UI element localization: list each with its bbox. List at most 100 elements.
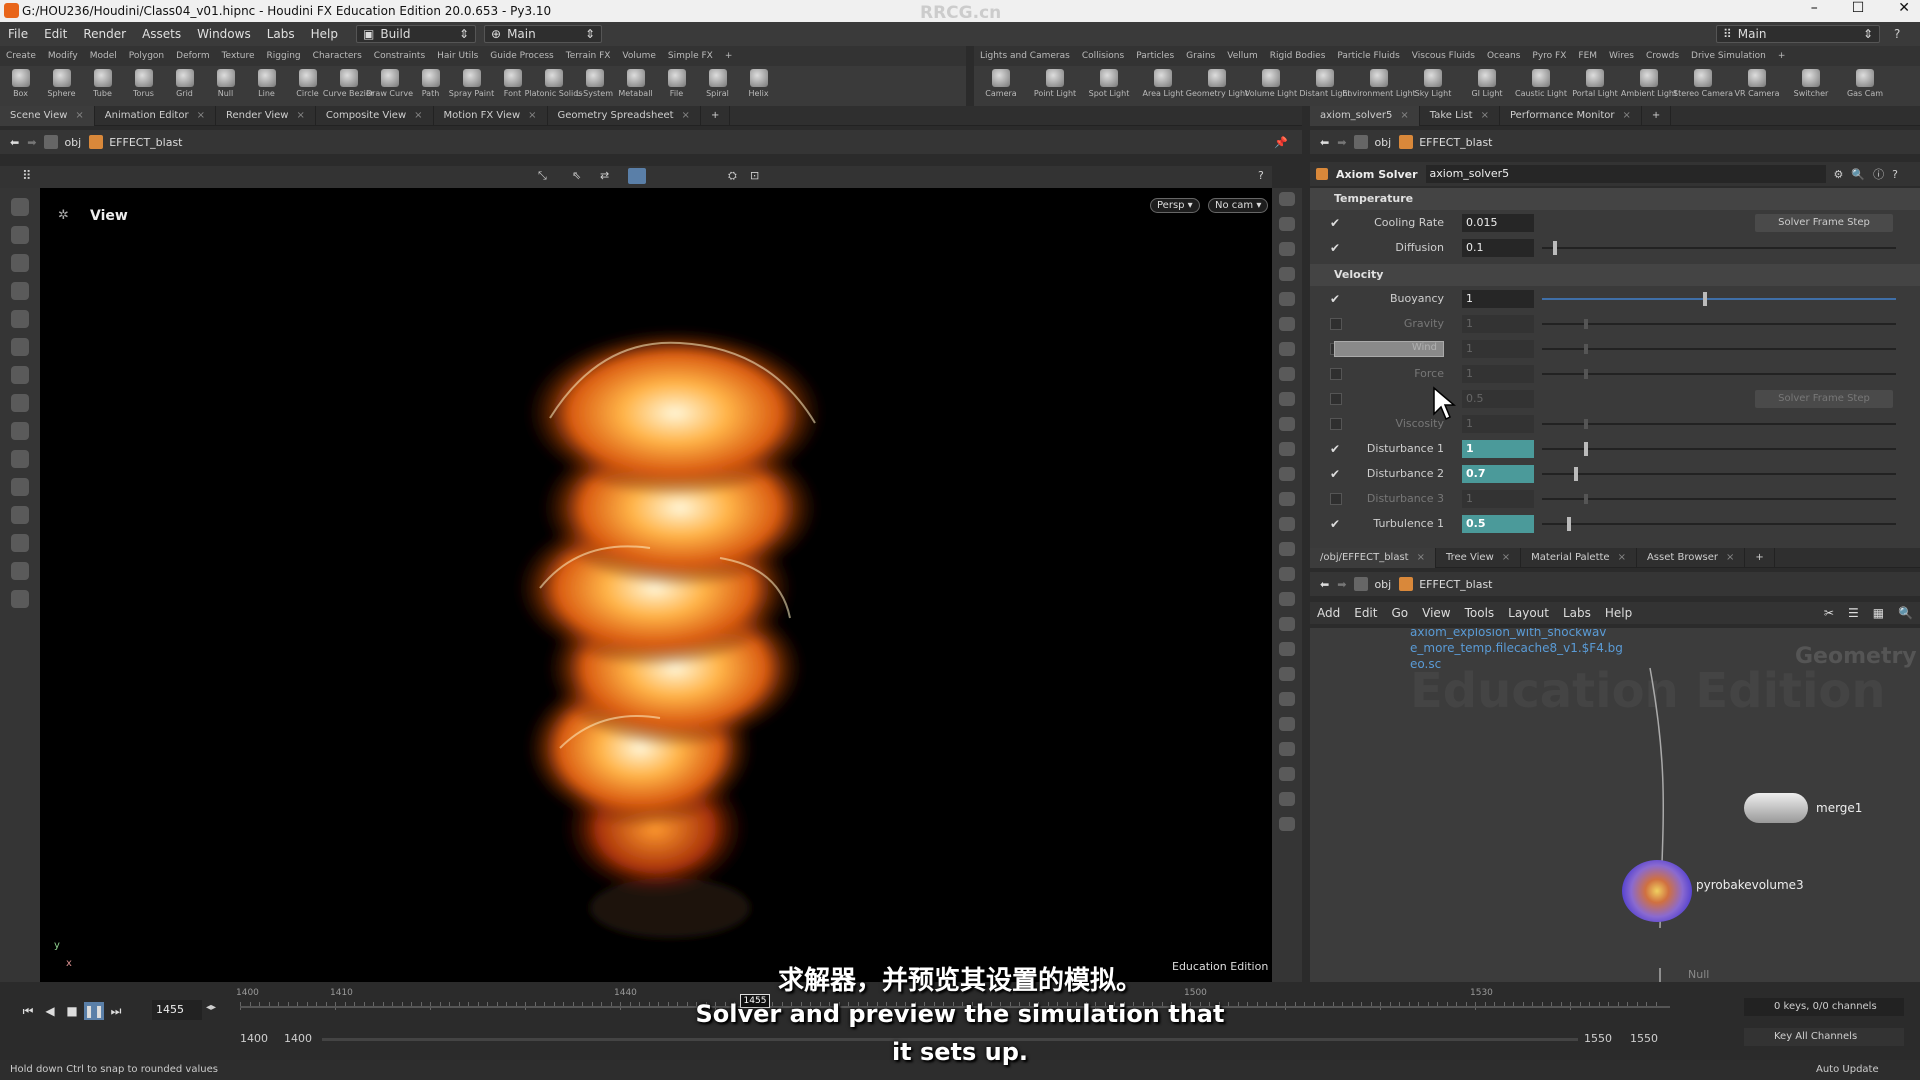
merge1-node[interactable] (1744, 793, 1808, 823)
wind-label-highlight[interactable]: Wind (1334, 340, 1444, 357)
frame-display-icon[interactable] (1279, 767, 1295, 781)
shelf-tab-oceans[interactable]: Oceans (1481, 51, 1526, 61)
vertex-display-icon[interactable] (1279, 442, 1295, 456)
disturbance-2-field[interactable]: 0.7 (1462, 464, 1534, 483)
menu-file[interactable]: File (0, 27, 36, 41)
scale-tool-icon[interactable] (11, 478, 29, 496)
tool-null[interactable]: Null (205, 66, 246, 106)
tool-area-light[interactable]: Area Light (1136, 66, 1190, 106)
tool-switcher[interactable]: Switcher (1784, 66, 1838, 106)
help-icon[interactable]: ? (1258, 169, 1264, 182)
buoyancy-slider[interactable] (1542, 292, 1896, 306)
gear-icon[interactable]: ⚙ (1834, 168, 1844, 181)
shade-display-icon[interactable] (1279, 517, 1295, 531)
tool-point-light[interactable]: Point Light (1028, 66, 1082, 106)
point-display-icon[interactable] (1279, 367, 1295, 381)
slider-handle[interactable] (1703, 292, 1707, 306)
scene-viewport[interactable]: ✲ View Persp ▾ No cam ▾ y x Education Ed… (40, 188, 1272, 982)
network-menu-tools[interactable]: Tools (1458, 606, 1502, 620)
slider-handle[interactable] (1584, 369, 1588, 379)
eye-display-icon[interactable] (1279, 192, 1295, 206)
tool-ambient-light[interactable]: Ambient Light (1621, 66, 1677, 106)
tool-stereo-camera[interactable]: Stereo Camera (1673, 66, 1733, 106)
tab-render-view[interactable]: Render View × (216, 105, 316, 126)
close-button[interactable]: ✕ (1898, 0, 1910, 16)
slider-handle[interactable] (1584, 442, 1588, 456)
disturbance-3-slider[interactable] (1542, 494, 1896, 504)
viscosity-field[interactable]: 1 (1462, 414, 1534, 433)
rotate-tool-icon[interactable] (11, 450, 29, 468)
tool-tube[interactable]: Tube (82, 66, 123, 106)
menu-assets[interactable]: Assets (134, 27, 189, 41)
tool-distant-light[interactable]: Distant Light (1298, 66, 1352, 106)
shelf-tab-simple-fx[interactable]: Simple FX (662, 51, 719, 61)
checkmark-icon[interactable]: ✔ (1330, 242, 1342, 254)
disturbance-1-field[interactable]: 1 (1462, 439, 1534, 458)
tab-performance-monitor[interactable]: Performance Monitor × (1500, 105, 1642, 126)
shelf-tab-modify[interactable]: Modify (42, 51, 84, 61)
light-tool-icon[interactable] (11, 562, 29, 580)
wrench-icon[interactable]: ✂ (1817, 606, 1841, 620)
uv-display-icon[interactable] (1279, 492, 1295, 506)
menu-windows[interactable]: Windows (189, 27, 259, 41)
menu-edit[interactable]: Edit (36, 27, 75, 41)
tab-network-path[interactable]: /obj/EFFECT_blast × (1310, 547, 1436, 568)
shelf-tab-characters[interactable]: Characters (307, 51, 368, 61)
slider-handle[interactable] (1584, 494, 1588, 504)
lock-display-icon[interactable] (1279, 242, 1295, 256)
slider-handle[interactable] (1584, 319, 1588, 329)
bg-display-icon[interactable] (1279, 642, 1295, 656)
tab-take-list[interactable]: Take List × (1420, 105, 1500, 126)
pose-tool-icon[interactable] (11, 198, 29, 216)
home-display-icon[interactable] (1279, 742, 1295, 756)
ghost-display-icon[interactable] (1279, 567, 1295, 581)
checkbox[interactable] (1330, 417, 1342, 430)
checkbox[interactable] (1330, 367, 1342, 380)
wire-display-icon[interactable] (1279, 542, 1295, 556)
lock-tool-icon[interactable] (11, 310, 29, 328)
shelf-tab-fem[interactable]: FEM (1572, 51, 1603, 61)
force-slider[interactable] (1542, 369, 1896, 379)
network-menu-help[interactable]: Help (1598, 606, 1639, 620)
tab-tree-view[interactable]: Tree View × (1436, 547, 1522, 568)
right-desktop-select[interactable]: ⠿ Main ⇕ (1716, 25, 1880, 43)
pin-icon[interactable]: 📌 (1274, 136, 1288, 149)
tool-geometry-light[interactable]: Geometry Light (1186, 66, 1248, 106)
tool-camera[interactable]: Camera (974, 66, 1028, 106)
shelf-tab-rigging[interactable]: Rigging (261, 51, 307, 61)
ref-display-icon[interactable] (1279, 617, 1295, 631)
shelf-tab-collisions[interactable]: Collisions (1076, 51, 1130, 61)
network-menu-view[interactable]: View (1415, 606, 1457, 620)
menu-help[interactable]: Help (303, 27, 346, 41)
back-arrow-icon[interactable]: ⬅ (10, 136, 19, 149)
shelf-tab-hair-utils[interactable]: Hair Utils (431, 51, 484, 61)
back-arrow-icon[interactable]: ⬅ (1320, 136, 1329, 149)
network-menu-add[interactable]: Add (1310, 606, 1347, 620)
tab-scene-view[interactable]: Scene View × (0, 105, 95, 126)
select-icon[interactable]: ⇖ (572, 169, 581, 182)
forward-arrow-icon[interactable]: ➡ (1337, 578, 1346, 591)
snap-display-icon[interactable] (1279, 267, 1295, 281)
checkmark-icon[interactable]: ✔ (1330, 518, 1342, 530)
shelf-tab-viscous-fluids[interactable]: Viscous Fluids (1406, 51, 1481, 61)
guide-display-icon[interactable] (1279, 667, 1295, 681)
section-temperature[interactable]: Temperature (1310, 188, 1920, 210)
tool-platonic-solids[interactable]: Platonic Solids (525, 66, 582, 106)
perspective-menu[interactable]: Persp ▾ (1150, 198, 1200, 213)
shelf-tab-create[interactable]: Create (0, 51, 42, 61)
forward-arrow-icon[interactable]: ➡ (27, 136, 36, 149)
buoyancy-field[interactable]: 1 (1462, 289, 1534, 308)
transform-icon[interactable]: ⇄ (600, 169, 609, 182)
grid-icon[interactable]: ▦ (1866, 606, 1891, 620)
tool-draw-curve[interactable]: Draw Curve (366, 66, 413, 106)
shelf-tab-deform[interactable]: Deform (170, 51, 215, 61)
select-tool-icon[interactable] (11, 282, 29, 300)
tab-material-palette[interactable]: Material Palette × (1521, 547, 1637, 568)
turbulence-1-field[interactable]: 0.5 (1462, 514, 1534, 533)
shelf-tab-vellum[interactable]: Vellum (1221, 51, 1263, 61)
minimize-button[interactable]: – (1811, 0, 1818, 16)
paint-tool-icon[interactable] (11, 254, 29, 272)
tab-composite-view[interactable]: Composite View × (316, 105, 434, 126)
shelf-tab-crowds[interactable]: Crowds (1640, 51, 1685, 61)
bulb-display-icon[interactable] (1279, 292, 1295, 306)
